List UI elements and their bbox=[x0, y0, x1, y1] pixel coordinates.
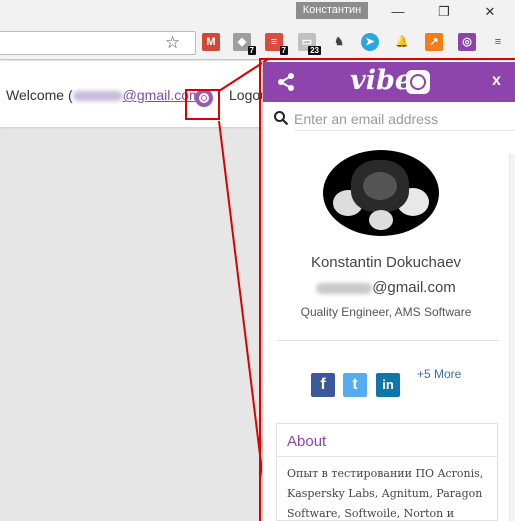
welcome-prefix: Welcome ( bbox=[6, 87, 73, 103]
minimize-button[interactable]: — bbox=[387, 3, 409, 21]
vibe-extension-icon[interactable]: ◎ bbox=[458, 33, 476, 51]
profile-title: Quality Engineer, AMS Software bbox=[300, 305, 472, 319]
facebook-icon[interactable]: f bbox=[311, 373, 335, 397]
vibe-logo-icon bbox=[406, 70, 430, 94]
address-bar[interactable]: ☆ bbox=[0, 31, 196, 55]
about-title: About bbox=[287, 433, 327, 450]
highlight-box bbox=[185, 89, 220, 120]
share-icon[interactable] bbox=[275, 71, 297, 93]
redacted-email-user bbox=[316, 282, 373, 294]
extension-badge: 23 bbox=[308, 46, 321, 55]
restore-button[interactable]: ❐ bbox=[433, 3, 455, 21]
profile-divider bbox=[277, 340, 499, 341]
email-search-input[interactable] bbox=[294, 107, 515, 131]
evernote-extension-icon[interactable]: ♞ bbox=[330, 33, 348, 51]
browser-toolbar: ☆ M ◆ 7 ≡ 7 ▭ 23 ♞ ➤ 🔔 ↗ ◎ ≡ bbox=[0, 26, 515, 60]
star-icon[interactable]: ☆ bbox=[165, 33, 180, 53]
profile-email-domain: @gmail.com bbox=[372, 279, 456, 296]
avatar bbox=[323, 150, 439, 236]
panel-scrollbar[interactable] bbox=[509, 154, 515, 521]
tag-extension-icon[interactable]: ◆ 7 bbox=[233, 33, 256, 55]
gmail-extension-icon[interactable]: M bbox=[202, 33, 220, 51]
chart-extension-icon[interactable]: ↗ bbox=[425, 33, 443, 51]
profile-email: @gmail.com bbox=[263, 279, 509, 296]
panel-header: vibe x bbox=[263, 62, 515, 102]
extension-badge: 7 bbox=[279, 46, 288, 55]
menu-extension-icon[interactable]: ≡ bbox=[489, 33, 507, 51]
more-links[interactable]: +5 More bbox=[417, 367, 461, 381]
about-divider bbox=[277, 456, 497, 457]
close-window-button[interactable]: ✕ bbox=[479, 3, 501, 21]
about-text: Опыт в тестировании ПО Acronis, Kaspersk… bbox=[287, 467, 484, 520]
search-row bbox=[273, 107, 515, 131]
profile-name-tag[interactable]: Константин bbox=[296, 2, 368, 19]
twitter-icon[interactable]: t bbox=[343, 373, 367, 397]
vibe-panel: vibe x Konstantin Dokuchaev @gmail.com Q… bbox=[262, 62, 515, 521]
title-bar: Константин — ❐ ✕ bbox=[0, 0, 515, 26]
close-panel-button[interactable]: x bbox=[492, 72, 501, 90]
todoist-extension-icon[interactable]: ≡ 7 bbox=[265, 33, 288, 55]
profile-name: Konstantin Dokuchaev bbox=[310, 254, 462, 271]
extension-badge: 7 bbox=[247, 46, 256, 55]
pages-extension-icon[interactable]: ▭ 23 bbox=[298, 33, 321, 55]
about-card: About Опыт в тестировании ПО Acronis, Ka… bbox=[276, 423, 498, 521]
screen: Константин — ❐ ✕ ☆ M ◆ 7 ≡ 7 ▭ 23 ♞ ➤ 🔔 ↗ ◎ ≡ Welcom… bbox=[0, 0, 515, 521]
linkedin-icon[interactable]: in bbox=[376, 373, 400, 397]
telegram-extension-icon[interactable]: ➤ bbox=[361, 33, 379, 51]
welcome-text: Welcome (@gmail.com) bbox=[6, 87, 205, 103]
bell-extension-icon[interactable]: 🔔 bbox=[393, 33, 411, 51]
redacted-email-user bbox=[72, 91, 123, 102]
search-icon bbox=[274, 111, 289, 126]
vibe-logo: vibe bbox=[350, 65, 413, 96]
